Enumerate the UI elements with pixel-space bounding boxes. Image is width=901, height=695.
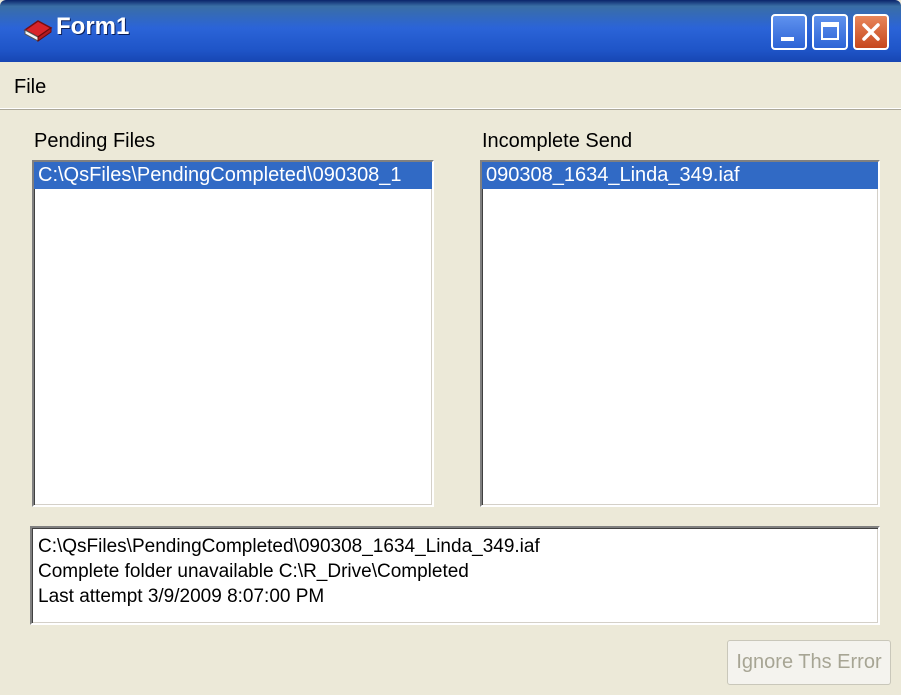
app-book-icon[interactable] (22, 18, 54, 44)
pending-files-list[interactable]: C:\QsFiles\PendingCompleted\090308_1 (32, 160, 434, 507)
minimize-button[interactable] (771, 14, 807, 50)
menu-file[interactable]: File (14, 76, 46, 99)
minimize-icon (781, 37, 794, 41)
incomplete-send-list[interactable]: 090308_1634_Linda_349.iaf (480, 160, 880, 507)
window-title: Form1 (56, 13, 130, 40)
details-error-message: Complete folder unavailable C:\R_Drive\C… (38, 561, 469, 582)
menu-bar: File (0, 62, 901, 109)
maximize-button[interactable] (812, 14, 848, 50)
form1-window: Form1 File Pending Files C:\QsFiles\Pend… (0, 0, 901, 695)
close-icon (862, 23, 880, 41)
pending-file-item[interactable]: C:\QsFiles\PendingCompleted\090308_1 (34, 162, 432, 189)
error-details-textbox[interactable]: C:\QsFiles\PendingCompleted\090308_1634_… (30, 526, 880, 625)
title-bar[interactable]: Form1 (0, 0, 901, 62)
pending-files-label: Pending Files (34, 130, 156, 152)
ignore-error-button[interactable]: Ignore Ths Error (727, 640, 891, 685)
details-file-path: C:\QsFiles\PendingCompleted\090308_1634_… (38, 536, 540, 557)
details-last-attempt: Last attempt 3/9/2009 8:07:00 PM (38, 586, 325, 607)
incomplete-send-label: Incomplete Send (482, 130, 633, 152)
close-button[interactable] (853, 14, 889, 50)
maximize-icon (821, 22, 839, 40)
incomplete-file-item[interactable]: 090308_1634_Linda_349.iaf (482, 162, 878, 189)
